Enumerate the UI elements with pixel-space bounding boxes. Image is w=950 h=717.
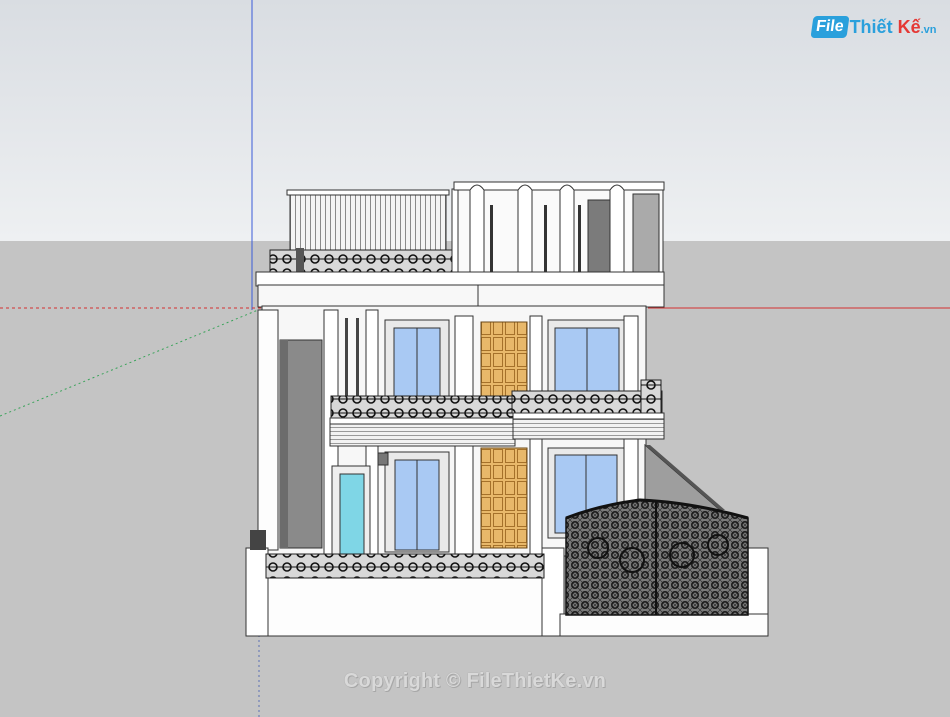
logo-ke: Kế <box>897 16 921 37</box>
upper-balcony-railing-right <box>511 390 663 414</box>
logo-name: Thiết <box>849 16 893 37</box>
side-entry-door <box>339 473 365 555</box>
logo-text: Thiết Kế.vn <box>850 17 937 38</box>
roof-slat-wall <box>289 192 447 252</box>
logo-badge: File <box>810 16 850 38</box>
corner-pillar <box>257 309 279 551</box>
filethietke-logo: File Thiết Kế.vn <box>810 12 937 42</box>
logo-suffix: .vn <box>920 23 937 36</box>
roof-slab <box>255 271 665 287</box>
boundary-wall-left <box>249 573 547 637</box>
copyright-watermark: Copyright © FileThietKe.vn <box>343 670 607 692</box>
sketchup-viewport <box>0 0 950 717</box>
boundary-wall-right <box>559 613 769 637</box>
upper-wood-door <box>480 321 528 399</box>
front-fence-railing <box>265 553 545 579</box>
lower-wood-door <box>480 447 528 549</box>
upper-balcony-railing-left <box>330 395 514 419</box>
